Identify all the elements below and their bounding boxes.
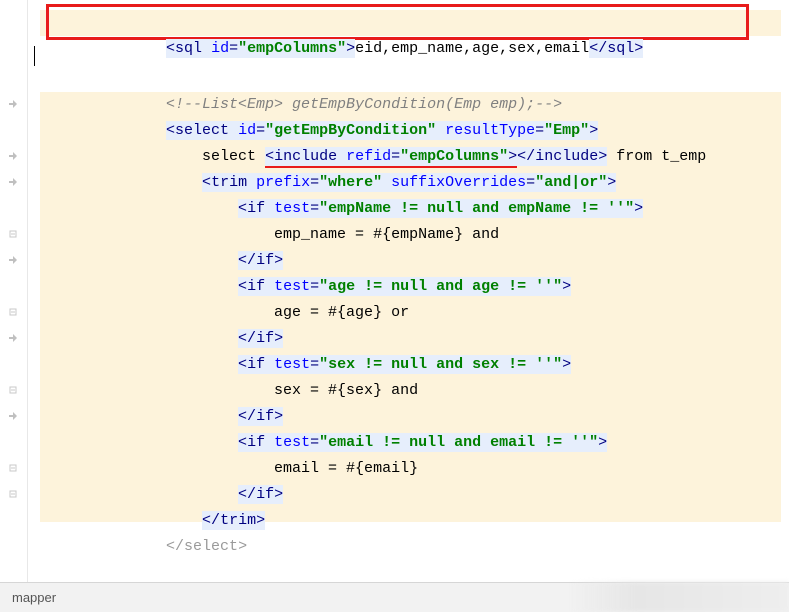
fold-toggle-icon[interactable] [6,177,20,187]
code-line[interactable]: <trim prefix="where" suffixOverrides="an… [40,144,781,170]
code-line[interactable]: </if> [40,222,781,248]
code-line[interactable]: </if> [40,300,781,326]
code-line[interactable]: <if test="empName != null and empName !=… [40,170,781,196]
fold-marker-icon [6,463,20,473]
code-line[interactable]: </if> [40,456,781,482]
fold-toggle-icon[interactable] [6,411,20,421]
breadcrumb-item[interactable]: mapper [12,590,56,605]
attr-name: id [211,40,229,57]
tag-name: sql [175,40,211,57]
tag-close: > [346,40,355,57]
tag-name: sql [607,40,634,57]
code-body[interactable]: <sql id="empColumns">eid,emp_name,age,se… [28,0,789,582]
code-line[interactable]: emp_name = #{empName} and [40,196,781,222]
text-content: eid,emp_name,age,sex,email [355,40,589,57]
text-caret [34,46,35,66]
fold-marker-icon [6,489,20,499]
indent [94,40,166,57]
code-line[interactable]: email = #{email} [40,430,781,456]
tag-close: > [634,40,643,57]
fold-marker-icon [6,229,20,239]
fold-toggle-icon[interactable] [6,99,20,109]
code-line[interactable]: <sql id="empColumns">eid,emp_name,age,se… [40,10,781,36]
fold-toggle-icon[interactable] [6,255,20,265]
gutter [0,0,28,582]
tag-name: select [184,538,238,555]
code-editor[interactable]: <sql id="empColumns">eid,emp_name,age,se… [0,0,789,582]
tag-open: < [166,40,175,57]
code-line[interactable]: </if> [40,378,781,404]
code-line[interactable]: </trim> [40,482,781,508]
code-line[interactable]: age = #{age} or [40,274,781,300]
code-line[interactable]: <!--List<Emp> getEmpByCondition(Emp emp)… [40,66,781,92]
fold-marker-icon [6,385,20,395]
tag-open: </ [166,538,184,555]
tag-open: </ [589,40,607,57]
fold-toggle-icon[interactable] [6,333,20,343]
code-line[interactable]: select <include refid="empColumns"></inc… [40,118,781,144]
fold-toggle-icon[interactable] [6,151,20,161]
indent [94,538,166,555]
code-line[interactable]: <if test="email != null and email != ''"… [40,404,781,430]
attr-value: "empColumns" [238,40,346,57]
fold-marker-icon [6,307,20,317]
code-line[interactable]: sex = #{sex} and [40,352,781,378]
tag-close: > [238,538,247,555]
code-line[interactable]: <select id="getEmpByCondition" resultTyp… [40,92,781,118]
equals: = [229,40,238,57]
code-line[interactable]: <if test="sex != null and sex != ''"> [40,326,781,352]
blurred-region [569,582,789,612]
code-line[interactable]: <if test="age != null and age != ''"> [40,248,781,274]
code-line[interactable]: </select> [40,508,781,534]
